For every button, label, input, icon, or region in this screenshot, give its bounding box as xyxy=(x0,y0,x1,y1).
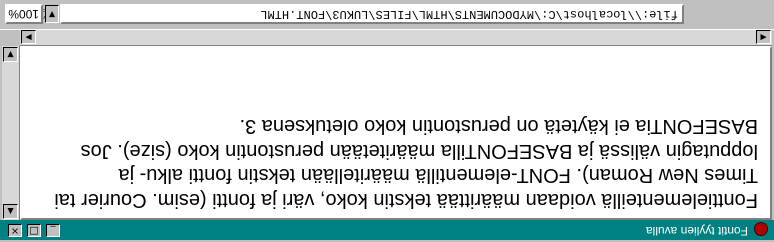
close-button[interactable]: × xyxy=(8,224,22,237)
scroll-right-button[interactable]: ▶ xyxy=(21,30,36,44)
scroll-up-button[interactable]: ▲ xyxy=(3,204,18,219)
zoom-field[interactable]: 100% xyxy=(5,4,43,24)
address-input[interactable]: file:\\localhost\C:\MYDOCUMENTS\HTML\FIL… xyxy=(60,4,684,24)
horizontal-scrollbar[interactable]: ◀ ▶ xyxy=(20,30,772,46)
maximize-button[interactable]: □ xyxy=(27,224,41,237)
scroll-left-button[interactable]: ◀ xyxy=(756,30,771,44)
content-paragraph: Fonttielementeillä voidaan määrittää tek… xyxy=(54,115,758,212)
page-content: Fonttielementeillä voidaan määrittää tek… xyxy=(20,46,772,220)
vertical-scrollbar[interactable]: ▲ ▼ xyxy=(2,46,20,220)
address-dropdown-button[interactable]: ▼ xyxy=(45,5,59,23)
window-title: Fontit tyylien avulla xyxy=(645,224,748,238)
scroll-down-button[interactable]: ▼ xyxy=(3,47,18,62)
title-bar: Fontit tyylien avulla _ □ × xyxy=(0,220,774,242)
address-toolbar: ✎ ⎙ 100% ▼ file:\\localhost\C:\MYDOCUMEN… xyxy=(0,0,774,30)
browser-window: Fontit tyylien avulla _ □ × Fonttielemen… xyxy=(0,0,774,242)
app-icon xyxy=(754,222,768,236)
minimize-button[interactable]: _ xyxy=(46,224,60,237)
